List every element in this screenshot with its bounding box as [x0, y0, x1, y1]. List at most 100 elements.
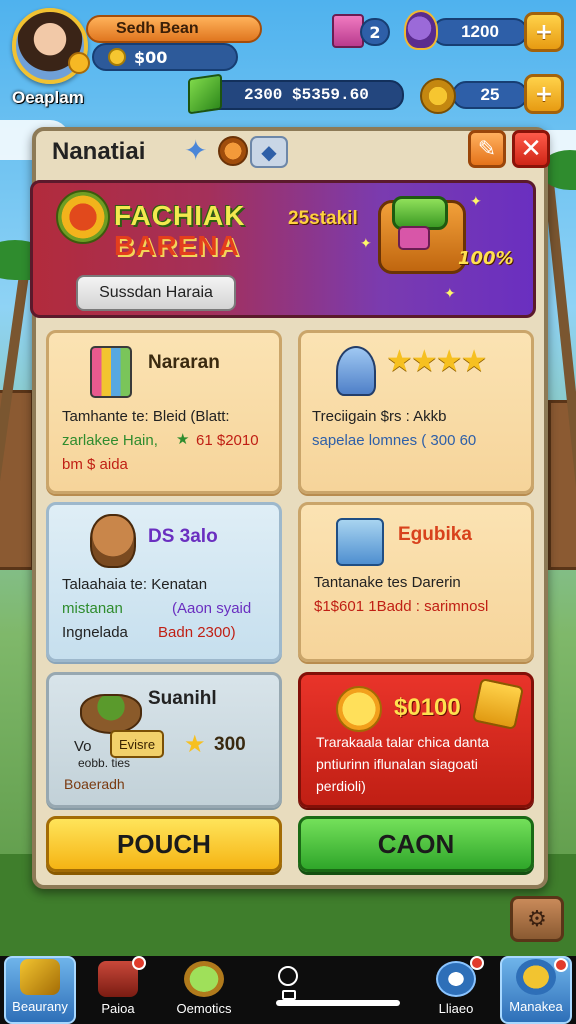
sun-icon [336, 686, 382, 732]
sparkle-icon: ✦ [470, 194, 482, 210]
card-title: $0100 [394, 694, 461, 721]
star-icon: ★ [184, 731, 206, 758]
notification-dot [554, 958, 568, 972]
banner-title: FACHIAK [114, 200, 246, 231]
card-line: Ingnelada [62, 624, 128, 641]
add-resource-button[interactable]: + [524, 12, 564, 52]
store-tag-label: Evisre [118, 736, 156, 752]
card-line: Talaahaia te: Kenatan [62, 576, 208, 593]
coin-value: $00 [134, 47, 168, 67]
chest-gem-icon [398, 226, 430, 250]
card-line: Tantanake tes Darerin [314, 574, 461, 591]
name-pill-label: Sedh Bean [116, 20, 199, 37]
panel-title: Nanatiai [52, 138, 146, 165]
ghost-icon [336, 346, 376, 396]
boat-icon [80, 694, 142, 734]
card-price: 300 [214, 734, 246, 755]
rating-stars-icon: ★★★★ [386, 344, 488, 379]
card-line: Trarakaala talar chica danta [316, 734, 490, 750]
store-tag[interactable]: Evisre [110, 730, 164, 758]
gift-icon [471, 677, 525, 731]
card-line: Vo [74, 738, 92, 755]
nav-label: Lliaeo [438, 1001, 474, 1016]
pouch-label: POUCH [117, 828, 211, 859]
name-pill: Sedh Bean [86, 15, 262, 43]
shield-icon [516, 959, 556, 995]
card-line: Boaeradh [64, 776, 125, 792]
card-line: (Aaon syaid [172, 600, 252, 617]
horn-icon [420, 78, 456, 114]
player-name: Oeaplam [12, 88, 84, 107]
banner-percent: 100% [458, 248, 514, 269]
home-indicator-icon [282, 990, 296, 1000]
cart-icon [90, 346, 132, 398]
pouch-button[interactable]: POUCH [46, 816, 282, 872]
star-badge-icon: ✦ [184, 134, 208, 167]
sparkle-icon: ✦ [360, 236, 372, 252]
nav-item-oemotics[interactable]: Oemotics [166, 956, 242, 1024]
book-count: 2 [369, 22, 381, 42]
card-title: Nararan [148, 352, 220, 373]
notification-dot [132, 956, 146, 970]
book-counter: 2 [360, 18, 390, 46]
banner-title-2: BARENA [114, 230, 240, 261]
avatar-badge-icon [68, 52, 90, 74]
card-line: 61 $2010 [196, 432, 259, 449]
banner-subtitle: 25stakil [288, 208, 358, 229]
crystal-box-icon [336, 518, 384, 566]
banner-button-label: Sussdan Haraia [99, 284, 213, 301]
nav-label: Oemotics [176, 1001, 232, 1016]
card-line: sapelae lomnes ( 300 60 [312, 432, 477, 449]
gem-tab-icon[interactable]: ◆ [250, 136, 288, 168]
chest-lid-icon [392, 196, 448, 230]
gem-value: 2300 $5359.60 [244, 86, 369, 104]
card-line: bm $ aida [62, 456, 128, 473]
orb-nav-icon [184, 961, 224, 997]
nav-label: Manakea [509, 999, 563, 1014]
resource2-count: 25 [480, 85, 500, 104]
close-button[interactable]: ✕ [512, 130, 550, 168]
card-line: zarlakee Hain, [62, 432, 158, 449]
notification-dot [470, 956, 484, 970]
edit-button[interactable]: ✎ [468, 130, 506, 168]
nav-label: Beaurany [12, 999, 68, 1014]
card-line: Treciigain $rs : Akkb [312, 408, 447, 425]
orb-icon [218, 136, 248, 166]
resource-count: 1200 [461, 22, 499, 41]
home-indicator-icon [278, 966, 298, 986]
close-icon: ✕ [520, 134, 542, 164]
nav-item-beaurany[interactable]: Beaurany [4, 956, 76, 1024]
card-line: pntiurinn iflunalan siagoati [316, 756, 478, 772]
resource-counter: 1200 [432, 18, 528, 46]
nav-label: Paioa [101, 1001, 135, 1016]
card-title: Egubika [398, 524, 472, 545]
card-title: Suanihl [148, 688, 217, 709]
card-line: perdioli) [316, 778, 366, 794]
resource2-counter: 25 [452, 81, 528, 109]
card-line: eobb. ties [78, 756, 131, 770]
dragon-icon [404, 10, 438, 50]
card-line: Badn 2300) [158, 624, 236, 641]
plus-label: + [534, 81, 554, 107]
coin-counter: $00 [92, 43, 238, 71]
sun-emblem-icon [56, 190, 110, 244]
home-bar[interactable] [276, 1000, 400, 1006]
card-line: Tamhante te: Bleid (Blatt: [62, 408, 230, 425]
card-line: mistanan [62, 600, 123, 617]
nav-item-manakea[interactable]: Manakea [500, 956, 572, 1024]
caon-label: CAON [377, 828, 455, 859]
nav-item-lliaeo[interactable]: Lliaeo [426, 956, 486, 1024]
coin-icon [108, 48, 126, 66]
plus-label: + [534, 19, 554, 45]
add-resource2-button[interactable]: + [524, 74, 564, 114]
settings-side-button[interactable]: ⚙ [510, 896, 564, 942]
nav-item-paioa[interactable]: Paioa [88, 956, 148, 1024]
card-line: $1$601 1Badd : sarimnosl [314, 598, 489, 615]
hammer-icon [20, 959, 60, 995]
card-title: DS 3alo [148, 526, 218, 547]
dog-icon [90, 514, 136, 568]
sparkle-icon: ✦ [444, 286, 456, 302]
star-icon: ★ [176, 431, 190, 448]
caon-button[interactable]: CAON [298, 816, 534, 872]
banner-action-button[interactable]: Sussdan Haraia [76, 275, 236, 311]
